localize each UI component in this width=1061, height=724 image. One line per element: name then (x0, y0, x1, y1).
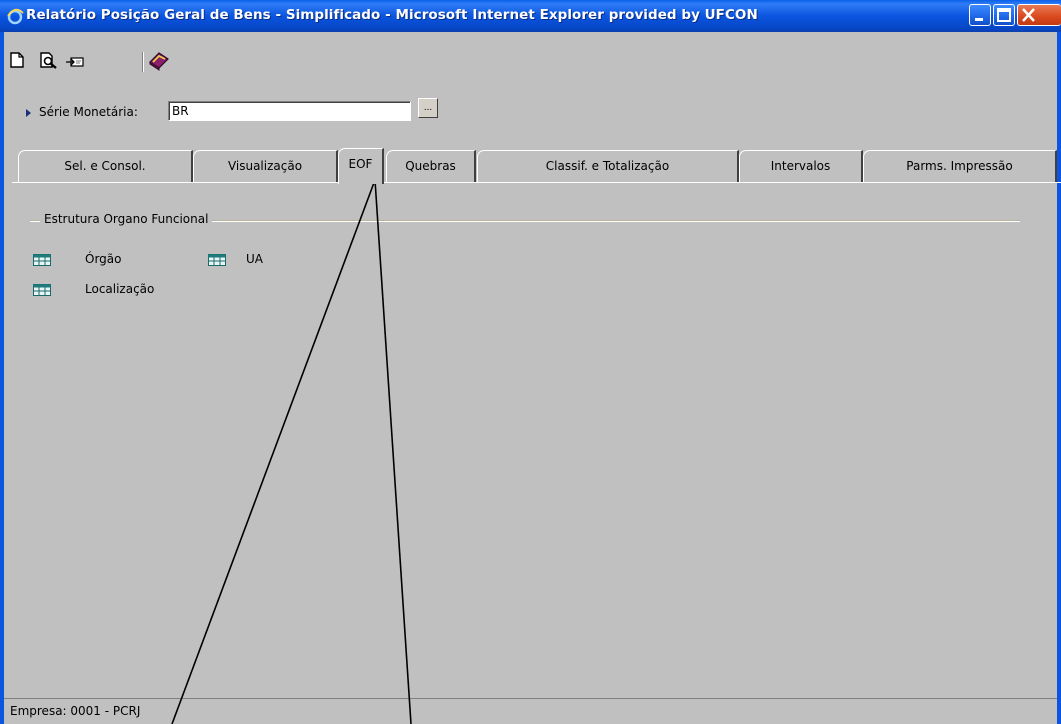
tab-sel-consol[interactable]: Sel. e Consol. (18, 150, 193, 182)
serie-monetaria-label: Série Monetária: (39, 105, 138, 119)
groupbox-title: Estrutura Organo Funcional (40, 212, 213, 226)
table-icon (33, 254, 51, 266)
tab-label: Parms. Impressão (906, 159, 1013, 173)
minimize-button[interactable] (969, 4, 991, 26)
ua-label: UA (246, 252, 263, 266)
close-button[interactable] (1017, 4, 1061, 26)
internet-explorer-icon (7, 8, 24, 25)
maximize-icon (997, 8, 1011, 22)
export-icon[interactable] (66, 56, 84, 68)
window-title: Relatório Posição Geral de Bens - Simpli… (26, 7, 758, 23)
table-icon (208, 254, 226, 266)
tab-label: EOF (348, 157, 373, 171)
annotation-callout-lines (171, 179, 412, 724)
toolbar (8, 34, 1048, 76)
serie-monetaria-input[interactable] (168, 101, 411, 121)
table-icon (33, 284, 51, 296)
status-text: Empresa: 0001 - PCRJ (10, 704, 141, 718)
tab-label: Visualização (227, 159, 303, 173)
tab-label: Classif. e Totalização (545, 159, 670, 173)
help-book-icon[interactable] (148, 49, 170, 71)
orgao-label: Órgão (85, 252, 122, 266)
tab-strip: Sel. e Consol. Visualização EOF Quebras … (12, 148, 1061, 186)
tab-baseline (12, 182, 1061, 183)
tab-parms-impressao[interactable]: Parms. Impressão (863, 150, 1057, 182)
serie-browse-button[interactable]: ... (418, 98, 438, 118)
minimize-icon (975, 18, 983, 21)
tab-label: Quebras (405, 159, 456, 173)
window-titlebar: Relatório Posição Geral de Bens - Simpli… (0, 0, 1061, 32)
tab-eof[interactable]: EOF (338, 148, 384, 184)
expand-arrow-icon[interactable] (26, 109, 31, 117)
new-document-icon[interactable] (10, 52, 24, 68)
print-preview-icon[interactable] (40, 52, 58, 69)
tab-visualizacao[interactable]: Visualização (193, 150, 338, 182)
eof-groupbox: Estrutura Organo Funcional Órgão UA Loca… (30, 212, 1020, 312)
maximize-button[interactable] (993, 4, 1015, 26)
window-frame-right (1057, 32, 1061, 724)
localizacao-label: Localização (85, 282, 155, 296)
status-bar: Empresa: 0001 - PCRJ (4, 698, 1057, 724)
tab-label: Sel. e Consol. (64, 159, 146, 173)
close-icon (1022, 8, 1035, 22)
window-frame-left (0, 32, 4, 724)
tab-classif-totalizacao[interactable]: Classif. e Totalização (477, 150, 739, 182)
toolbar-separator (142, 52, 144, 72)
tab-label: Intervalos (770, 159, 831, 173)
tab-intervalos[interactable]: Intervalos (739, 150, 863, 182)
tab-quebras[interactable]: Quebras (386, 150, 476, 182)
